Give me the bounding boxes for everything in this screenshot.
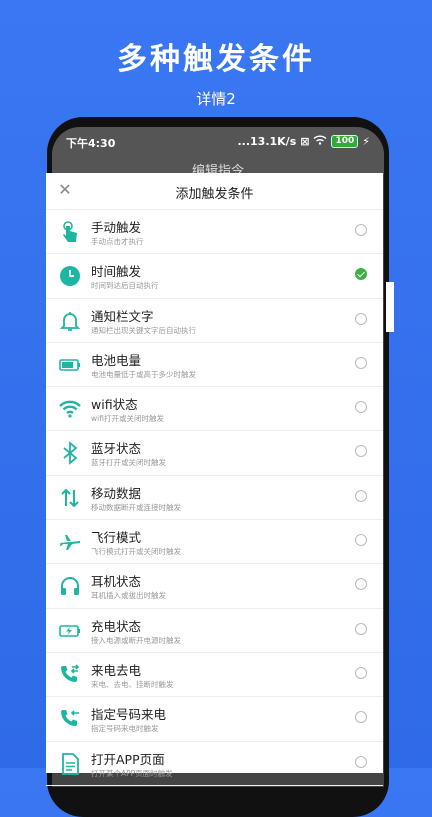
trigger-item[interactable]: 打开APP页面 打开某个APP页面时触发 [46, 742, 383, 786]
battery-icon [58, 353, 82, 377]
trigger-item-title: 耳机状态 [91, 574, 142, 590]
trigger-item-title: 指定号码来电 [91, 707, 167, 723]
trigger-item-desc: 通知栏出现关键文字后自动执行 [91, 325, 196, 335]
sim-icon: ⊠ [300, 135, 310, 148]
trigger-item[interactable]: 指定号码来电 指定号码来电时触发 [46, 697, 383, 742]
trigger-item-desc: 飞行模式打开或关闭时触发 [91, 547, 181, 557]
radio-unchecked[interactable] [355, 445, 367, 458]
radio-unchecked[interactable] [355, 534, 367, 547]
clock-icon [58, 264, 82, 288]
charging-icon [58, 619, 82, 643]
battery-indicator: 100 [331, 135, 359, 148]
wifi-icon [58, 397, 82, 421]
hand-tap-icon [58, 220, 82, 244]
trigger-item-desc: 手动点击才执行 [91, 237, 144, 246]
promo-title: 多种触发条件 [117, 42, 315, 77]
trigger-item[interactable]: 充电状态 接入电源或断开电源时触发 [46, 609, 383, 653]
trigger-item[interactable]: 耳机状态 耳机插入或拔出时触发 [46, 564, 383, 609]
charging-bolt-icon: ⚡ [362, 135, 370, 148]
trigger-item-title: 手动触发 [91, 220, 142, 235]
radio-unchecked[interactable] [355, 401, 367, 414]
radio-unchecked[interactable] [355, 711, 367, 724]
document-icon [58, 752, 82, 776]
trigger-item-title: 飞行模式 [91, 530, 142, 546]
status-time: 下午4:30 [66, 137, 116, 150]
trigger-list: 手动触发 手动点击才执行 时间触发 时间到达后自动执行 通知栏文字 通知栏出现关键文字后自… [46, 210, 383, 786]
side-tab-right [386, 282, 394, 332]
trigger-item[interactable]: 通知栏文字 通知栏出现关键文字后自动执行 [46, 299, 383, 343]
trigger-item-desc: 电池电量低于或高于多少时触发 [91, 369, 196, 379]
trigger-item[interactable]: 电池电量 电池电量低于或高于多少时触发 [46, 343, 383, 388]
data-arrows-icon [58, 486, 82, 510]
radio-checked[interactable] [355, 268, 367, 281]
radio-unchecked[interactable] [355, 755, 367, 768]
sheet-title: 添加触发条件 [175, 187, 254, 202]
trigger-item-desc: 指定号码来电时触发 [91, 724, 159, 734]
trigger-item-desc: 耳机插入或拔出时触发 [91, 591, 166, 601]
trigger-item[interactable]: 飞行模式 飞行模式打开或关闭时触发 [46, 520, 383, 565]
bluetooth-icon [58, 441, 82, 466]
radio-unchecked[interactable] [355, 578, 367, 591]
headphones-icon [58, 574, 82, 598]
trigger-item[interactable]: 来电去电 来电、去电、挂断时触发 [46, 653, 383, 698]
trigger-item-desc: 打开某个APP页面时触发 [91, 768, 173, 778]
sheet-header: ✕ 添加触发条件 [46, 173, 383, 210]
trigger-sheet: ✕ 添加触发条件 手动触发 手动点击才执行 时间触发 时间到达后自动执行 通知栏文字 通知… [46, 173, 383, 786]
trigger-item[interactable]: 移动数据 移动数据断开或连接时触发 [46, 476, 383, 521]
trigger-item[interactable]: 蓝牙状态 蓝牙打开或关闭时触发 [46, 431, 383, 476]
status-bar: 下午4:30 ...13.1K/s ⊠ 100 ⚡ [52, 127, 384, 157]
incoming-call-icon [58, 707, 82, 731]
radio-unchecked[interactable] [355, 312, 367, 325]
trigger-item-title: 通知栏文字 [91, 308, 154, 324]
trigger-item-desc: 接入电源或断开电源时触发 [91, 635, 181, 645]
trigger-item-title: wifi状态 [91, 397, 138, 413]
trigger-item-title: 时间触发 [91, 264, 142, 280]
trigger-item[interactable]: 时间触发 时间到达后自动执行 [46, 254, 383, 299]
trigger-item-desc: 移动数据断开或连接时触发 [91, 502, 181, 512]
trigger-item-title: 来电去电 [91, 662, 142, 678]
promo-subtitle: 详情2 [196, 90, 236, 108]
trigger-item-desc: wifi打开或关闭时触发 [91, 414, 164, 424]
network-speed: ...13.1K/s [237, 135, 297, 148]
airplane-icon [58, 530, 82, 554]
wifi-status-icon [313, 135, 327, 148]
radio-unchecked[interactable] [355, 356, 367, 369]
bell-icon [58, 309, 82, 333]
trigger-item-title: 充电状态 [91, 618, 142, 634]
trigger-item-title: 打开APP页面 [91, 751, 165, 767]
phone-calls-icon [58, 663, 82, 687]
trigger-item-title: 蓝牙状态 [91, 441, 142, 457]
radio-unchecked[interactable] [355, 622, 367, 635]
trigger-item-desc: 时间到达后自动执行 [91, 281, 159, 291]
trigger-item-title: 电池电量 [91, 352, 142, 368]
radio-unchecked[interactable] [355, 224, 367, 236]
trigger-item-title: 移动数据 [91, 485, 142, 501]
radio-unchecked[interactable] [355, 666, 367, 679]
trigger-item[interactable]: wifi状态 wifi打开或关闭时触发 [46, 387, 383, 432]
trigger-item-desc: 蓝牙打开或关闭时触发 [91, 458, 166, 468]
trigger-item[interactable]: 手动触发手动点击才执行 [46, 210, 383, 255]
status-indicators: ...13.1K/s ⊠ 100 ⚡ [237, 135, 370, 148]
radio-unchecked[interactable] [355, 489, 367, 502]
trigger-item-desc: 来电、去电、挂断时触发 [91, 679, 174, 689]
